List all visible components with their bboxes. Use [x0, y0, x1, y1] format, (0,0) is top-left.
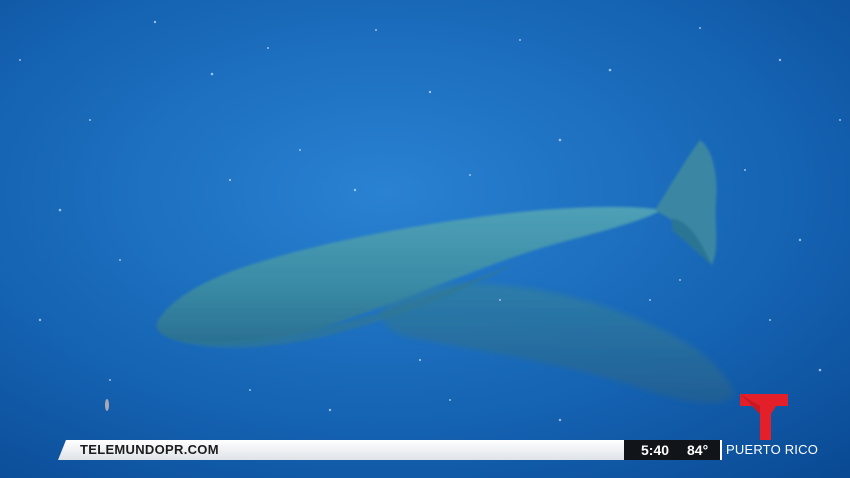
clock-text: 5:40 — [641, 442, 670, 458]
region-label: PUERTO RICO — [726, 442, 819, 457]
time-temp-box: 5:40 84° — [624, 440, 720, 460]
region-label-box: PUERTO RICO — [720, 440, 818, 460]
website-label: TELEMUNDOPR.COM — [80, 442, 219, 457]
temperature-text: 84° — [687, 442, 709, 458]
lower-third-ticker: TELEMUNDOPR.COM — [58, 440, 624, 460]
telemundo-logo-icon — [740, 394, 788, 440]
video-frame: TELEMUNDOPR.COM 5:40 84° PUERTO RICO — [0, 0, 850, 478]
underwater-scene — [0, 0, 850, 478]
